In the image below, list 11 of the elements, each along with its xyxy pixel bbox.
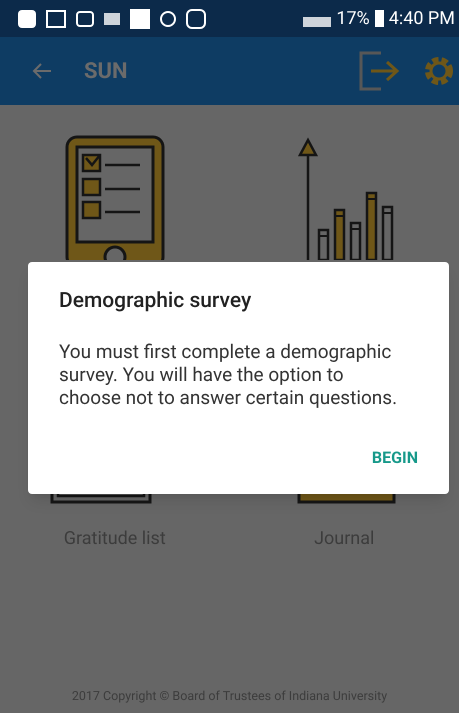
- battery-icon: [374, 10, 384, 27]
- clock-time: 4:40 PM: [388, 7, 455, 31]
- battery-level: 17%: [336, 7, 370, 31]
- checklist-phone-icon: [64, 135, 165, 260]
- logout-button[interactable]: [359, 51, 401, 91]
- dialog-title: Demographic survey: [59, 288, 252, 315]
- dialog-message: You must first complete a demographic survey. You will have the option to choose not to answer certain questions.: [59, 340, 398, 408]
- app-title: SUN: [84, 58, 128, 86]
- begin-button[interactable]: BEGIN: [364, 442, 426, 474]
- logout-icon: [359, 51, 401, 91]
- back-arrow-icon: [32, 62, 52, 80]
